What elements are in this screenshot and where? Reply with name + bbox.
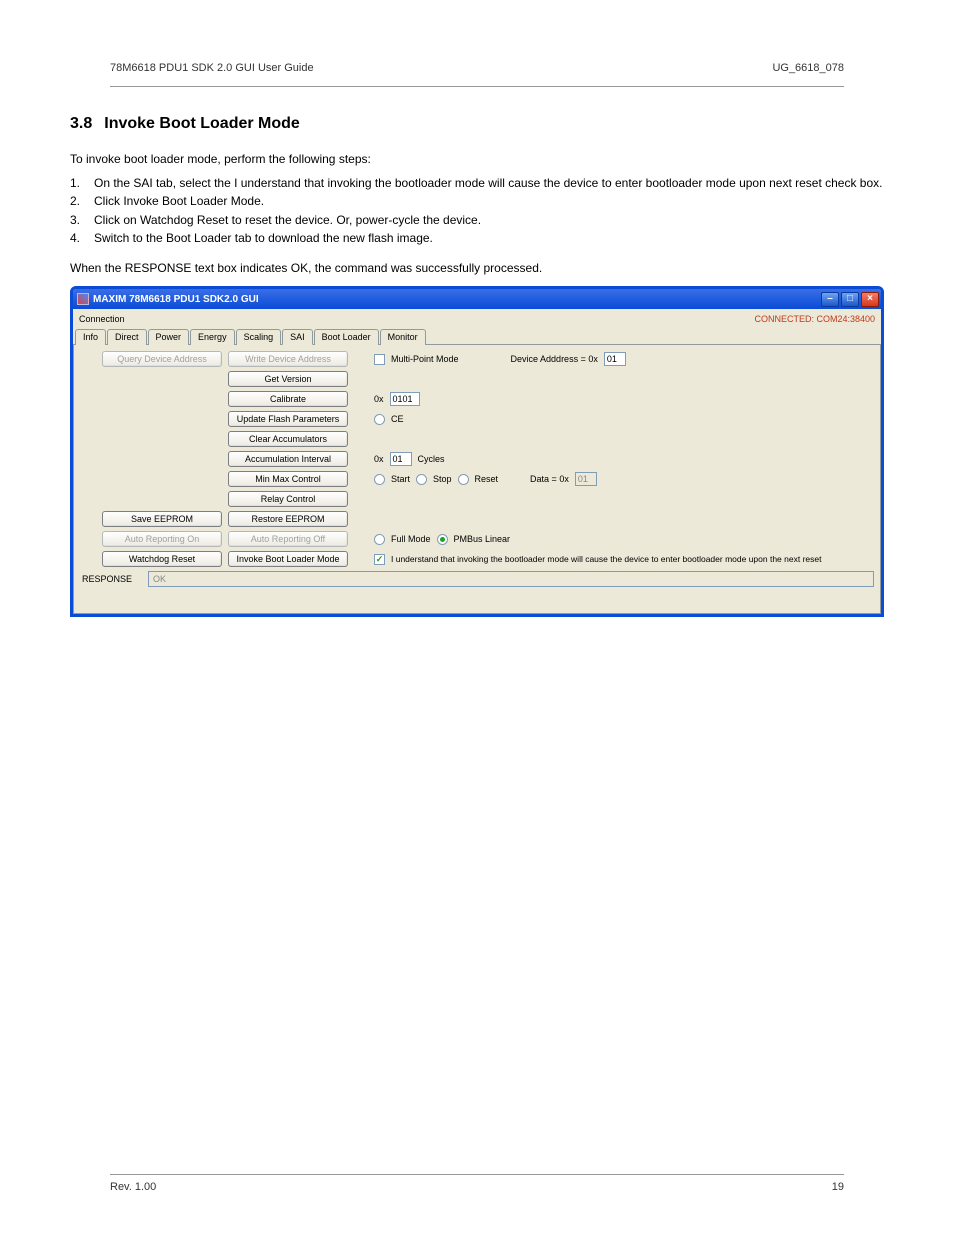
tab-bootloader[interactable]: Boot Loader	[314, 329, 379, 345]
fullmode-label: Full Mode	[391, 534, 431, 544]
list-item: 1.On the SAI tab, select the I understan…	[70, 175, 884, 191]
menu-connection[interactable]: Connection	[79, 314, 125, 324]
pmbus-label: PMBus Linear	[454, 534, 511, 544]
header-rule	[110, 86, 844, 87]
outro-paragraph: When the RESPONSE text box indicates OK,…	[70, 260, 884, 276]
section-title: Invoke Boot Loader Mode	[104, 115, 300, 132]
calibrate-button[interactable]: Calibrate	[228, 391, 348, 407]
pmbus-radio[interactable]	[437, 534, 448, 545]
section-heading: 3.8 Invoke Boot Loader Mode	[70, 115, 884, 133]
list-item: 3.Click on Watchdog Reset to reset the d…	[70, 212, 884, 228]
app-window: MAXIM 78M6618 PDU1 SDK2.0 GUI – □ × Conn…	[70, 286, 884, 617]
intro-paragraph: To invoke boot loader mode, perform the …	[70, 151, 884, 167]
reset-radio[interactable]	[458, 474, 469, 485]
device-address-input[interactable]: 01	[604, 352, 626, 366]
reset-label: Reset	[475, 474, 499, 484]
ce-radio[interactable]	[374, 414, 385, 425]
save-eeprom-button[interactable]: Save EEPROM	[102, 511, 222, 527]
multipoint-checkbox[interactable]	[374, 354, 385, 365]
hex-prefix-label: 0x	[374, 394, 384, 404]
footer-right: 19	[832, 1181, 844, 1193]
response-output: OK	[148, 571, 874, 587]
data-label: Data = 0x	[530, 474, 569, 484]
restore-eeprom-button[interactable]: Restore EEPROM	[228, 511, 348, 527]
connection-status: CONNECTED: COM24:38400	[754, 314, 875, 324]
app-icon	[77, 293, 89, 305]
tab-scaling[interactable]: Scaling	[236, 329, 282, 345]
footer-rule	[110, 1174, 844, 1175]
fullmode-radio[interactable]	[374, 534, 385, 545]
maximize-icon[interactable]: □	[841, 292, 859, 307]
bootloader-ack-checkbox[interactable]: ✓	[374, 554, 385, 565]
tab-power[interactable]: Power	[148, 329, 190, 345]
response-label: RESPONSE	[82, 574, 142, 584]
device-address-label: Device Adddress = 0x	[511, 354, 598, 364]
window-title: MAXIM 78M6618 PDU1 SDK2.0 GUI	[93, 294, 821, 305]
stop-radio[interactable]	[416, 474, 427, 485]
minimize-icon[interactable]: –	[821, 292, 839, 307]
accumulation-interval-input[interactable]: 01	[390, 452, 412, 466]
step-list: 1.On the SAI tab, select the I understan…	[70, 175, 884, 246]
relay-control-button[interactable]: Relay Control	[228, 491, 348, 507]
invoke-bootloader-button[interactable]: Invoke Boot Loader Mode	[228, 551, 348, 567]
write-device-address-button[interactable]: Write Device Address	[228, 351, 348, 367]
query-device-address-button[interactable]: Query Device Address	[102, 351, 222, 367]
close-icon[interactable]: ×	[861, 292, 879, 307]
tab-content: Query Device Address Write Device Addres…	[73, 344, 881, 614]
tab-sai[interactable]: SAI	[282, 329, 313, 345]
tab-info[interactable]: Info	[75, 329, 106, 345]
list-item: 4.Switch to the Boot Loader tab to downl…	[70, 230, 884, 246]
tab-direct[interactable]: Direct	[107, 329, 147, 345]
auto-reporting-on-button[interactable]: Auto Reporting On	[102, 531, 222, 547]
bootloader-ack-label: I understand that invoking the bootloade…	[391, 554, 821, 564]
tab-monitor[interactable]: Monitor	[380, 329, 426, 345]
data-value-input: 01	[575, 472, 597, 486]
list-item: 2.Click Invoke Boot Loader Mode.	[70, 193, 884, 209]
start-radio[interactable]	[374, 474, 385, 485]
watchdog-reset-button[interactable]: Watchdog Reset	[102, 551, 222, 567]
section-number: 3.8	[70, 115, 92, 132]
clear-accumulators-button[interactable]: Clear Accumulators	[228, 431, 348, 447]
hex-prefix-label-2: 0x	[374, 454, 384, 464]
start-label: Start	[391, 474, 410, 484]
tab-energy[interactable]: Energy	[190, 329, 235, 345]
cycles-label: Cycles	[418, 454, 445, 464]
stop-label: Stop	[433, 474, 452, 484]
accumulation-interval-button[interactable]: Accumulation Interval	[228, 451, 348, 467]
multipoint-label: Multi-Point Mode	[391, 354, 459, 364]
footer-left: Rev. 1.00	[110, 1181, 156, 1193]
header-left: 78M6618 PDU1 SDK 2.0 GUI User Guide	[110, 62, 314, 74]
tabstrip: Info Direct Power Energy Scaling SAI Boo…	[73, 328, 881, 344]
calibrate-value-input[interactable]: 0101	[390, 392, 420, 406]
get-version-button[interactable]: Get Version	[228, 371, 348, 387]
minmax-control-button[interactable]: Min Max Control	[228, 471, 348, 487]
titlebar[interactable]: MAXIM 78M6618 PDU1 SDK2.0 GUI – □ ×	[73, 289, 881, 309]
header-right: UG_6618_078	[772, 62, 844, 74]
ce-label: CE	[391, 414, 404, 424]
auto-reporting-off-button[interactable]: Auto Reporting Off	[228, 531, 348, 547]
update-flash-button[interactable]: Update Flash Parameters	[228, 411, 348, 427]
